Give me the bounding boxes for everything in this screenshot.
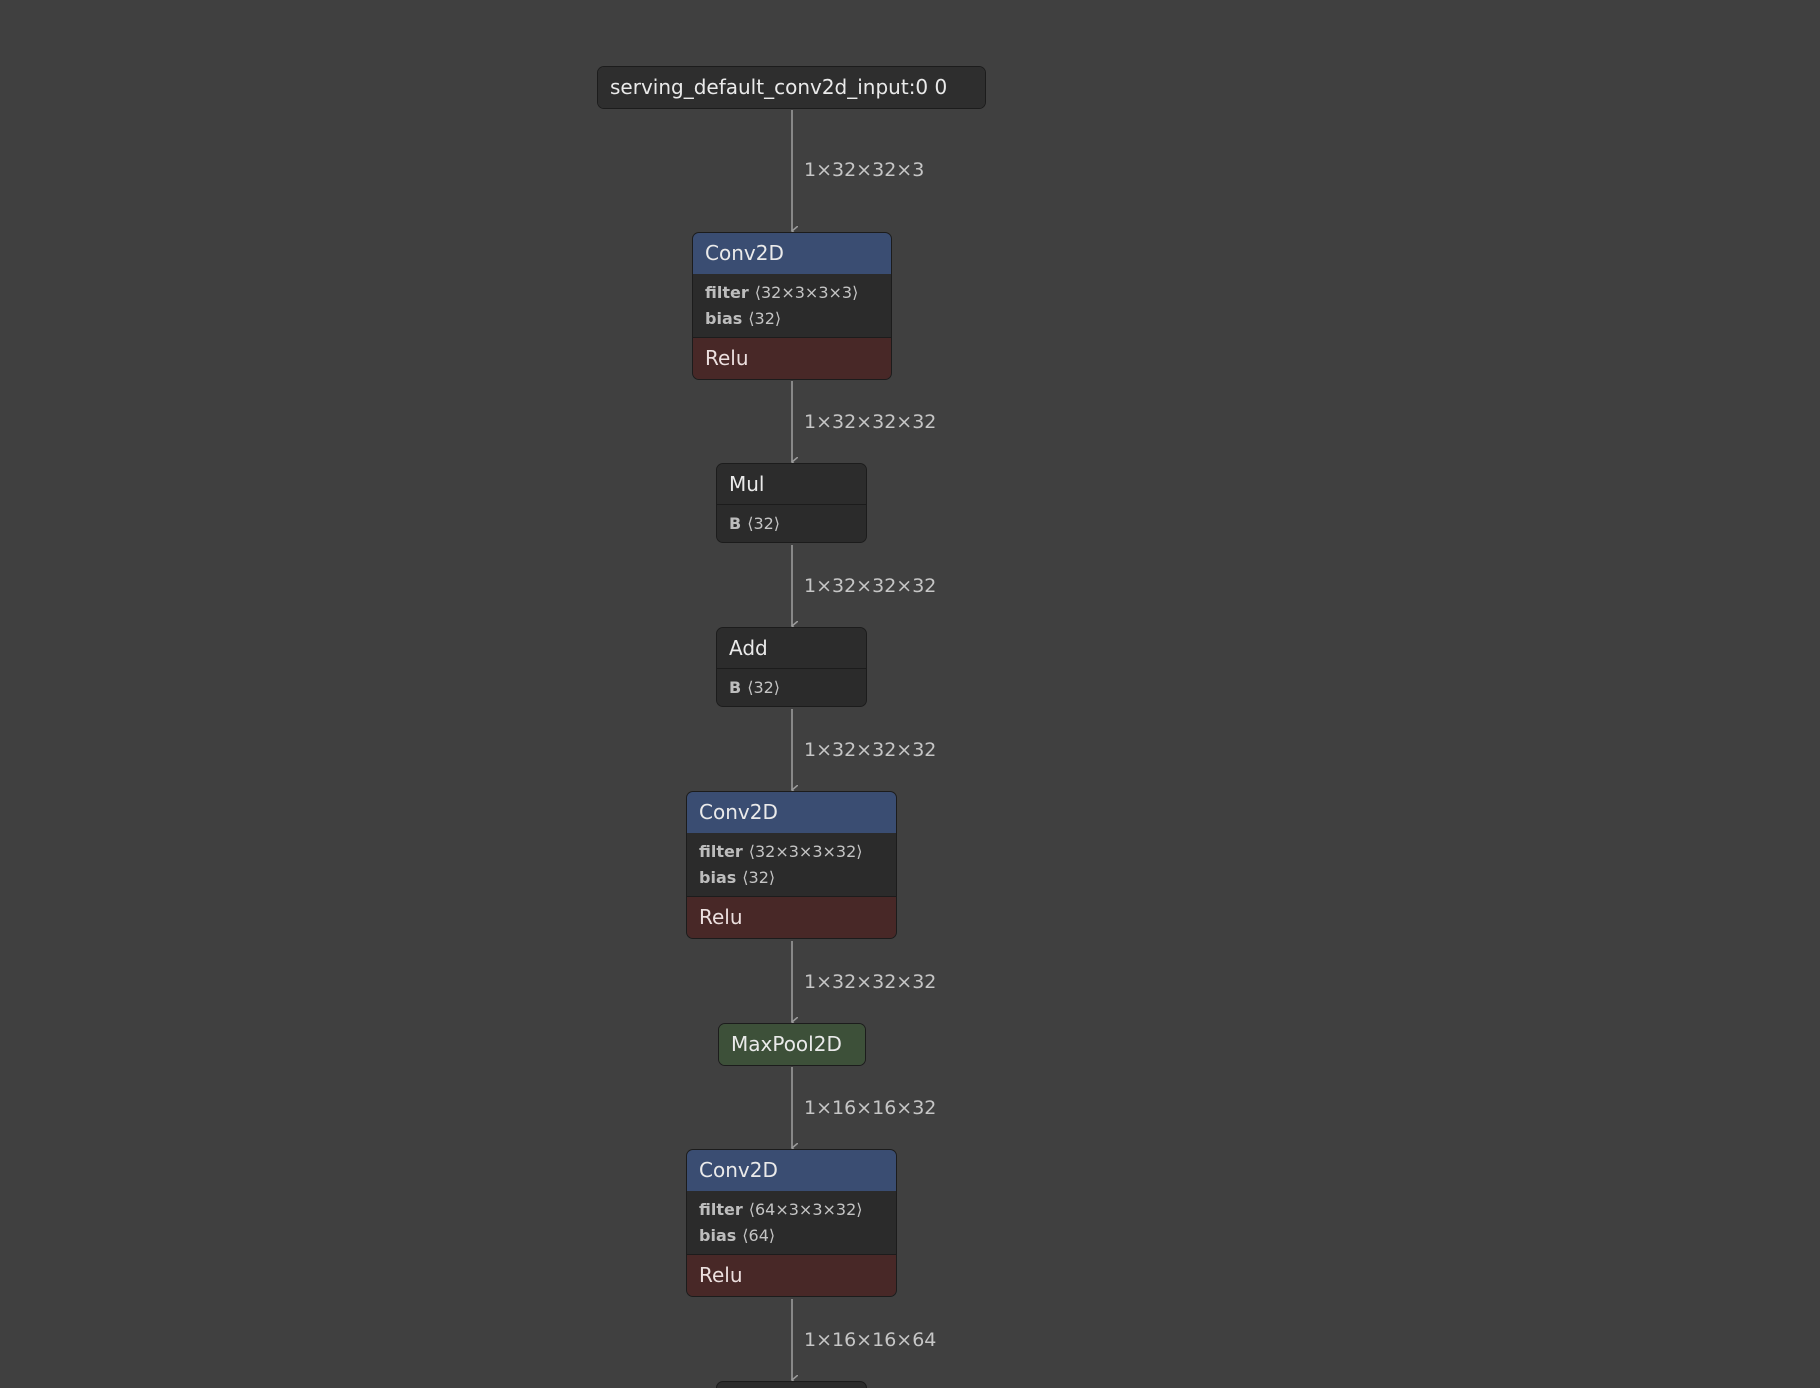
conv2d-node-2-attrs: filter ⟨32×3×3×32⟩ bias ⟨32⟩ — [687, 833, 896, 897]
attr-name: filter — [699, 842, 743, 861]
attr-filter: filter ⟨32×3×3×32⟩ — [699, 839, 884, 865]
attr-b: B ⟨32⟩ — [729, 675, 854, 701]
attr-filter: filter ⟨64×3×3×32⟩ — [699, 1197, 884, 1223]
conv2d-node-1-title: Conv2D — [693, 233, 891, 274]
conv2d-node-2-activation: Relu — [687, 897, 896, 938]
conv2d-node-2[interactable]: Conv2D filter ⟨32×3×3×32⟩ bias ⟨32⟩ Relu — [686, 791, 897, 939]
attr-value: ⟨32×3×3×32⟩ — [748, 842, 863, 861]
add-node-title: Add — [717, 628, 866, 669]
conv2d-node-3-attrs: filter ⟨64×3×3×32⟩ bias ⟨64⟩ — [687, 1191, 896, 1255]
edge-label-5: 1×32×32×32 — [804, 971, 937, 993]
attr-name: filter — [705, 283, 749, 302]
edges-layer — [0, 110, 1820, 1388]
attr-name: bias — [699, 868, 737, 887]
attr-value: ⟨32×3×3×3⟩ — [754, 283, 859, 302]
maxpool-node[interactable]: MaxPool2D — [718, 1023, 866, 1066]
attr-bias: bias ⟨32⟩ — [699, 865, 884, 891]
edge-label-4: 1×32×32×32 — [804, 739, 937, 761]
conv2d-node-3-title: Conv2D — [687, 1150, 896, 1191]
input-node[interactable]: serving_default_conv2d_input:0 0 — [597, 66, 986, 109]
conv2d-node-1[interactable]: Conv2D filter ⟨32×3×3×3⟩ bias ⟨32⟩ Relu — [692, 232, 892, 380]
mul-node[interactable]: Mul B ⟨32⟩ — [716, 463, 867, 543]
attr-name: bias — [705, 309, 743, 328]
mul-node-title: Mul — [717, 464, 866, 505]
conv2d-node-1-attrs: filter ⟨32×3×3×3⟩ bias ⟨32⟩ — [693, 274, 891, 338]
conv2d-node-2-title: Conv2D — [687, 792, 896, 833]
attr-name: bias — [699, 1226, 737, 1245]
graph-canvas[interactable]: serving_default_conv2d_input:0 0 Conv2D … — [0, 0, 1820, 1388]
edge-label-1: 1×32×32×3 — [804, 159, 925, 181]
attr-value: ⟨64⟩ — [742, 1226, 776, 1245]
attr-b: B ⟨32⟩ — [729, 511, 854, 537]
conv2d-node-3[interactable]: Conv2D filter ⟨64×3×3×32⟩ bias ⟨64⟩ Relu — [686, 1149, 897, 1297]
edge-label-6: 1×16×16×32 — [804, 1097, 937, 1119]
attr-value: ⟨32⟩ — [748, 309, 782, 328]
attr-filter: filter ⟨32×3×3×3⟩ — [705, 280, 879, 306]
add-node-attrs: B ⟨32⟩ — [717, 669, 866, 706]
attr-bias: bias ⟨32⟩ — [705, 306, 879, 332]
input-node-label: serving_default_conv2d_input:0 0 — [598, 67, 985, 108]
attr-value: ⟨64×3×3×32⟩ — [748, 1200, 863, 1219]
attr-bias: bias ⟨64⟩ — [699, 1223, 884, 1249]
edge-label-7: 1×16×16×64 — [804, 1329, 937, 1351]
conv2d-node-3-activation: Relu — [687, 1255, 896, 1296]
attr-name: filter — [699, 1200, 743, 1219]
edge-label-3: 1×32×32×32 — [804, 575, 937, 597]
attr-name: B — [729, 514, 742, 533]
edge-label-2: 1×32×32×32 — [804, 411, 937, 433]
attr-value: ⟨32⟩ — [747, 514, 781, 533]
attr-name: B — [729, 678, 742, 697]
conv2d-node-1-activation: Relu — [693, 338, 891, 379]
maxpool-node-title: MaxPool2D — [719, 1024, 865, 1065]
mul-node-attrs: B ⟨32⟩ — [717, 505, 866, 542]
attr-value: ⟨32⟩ — [742, 868, 776, 887]
add-node[interactable]: Add B ⟨32⟩ — [716, 627, 867, 707]
attr-value: ⟨32⟩ — [747, 678, 781, 697]
next-node-partial[interactable] — [716, 1381, 867, 1388]
